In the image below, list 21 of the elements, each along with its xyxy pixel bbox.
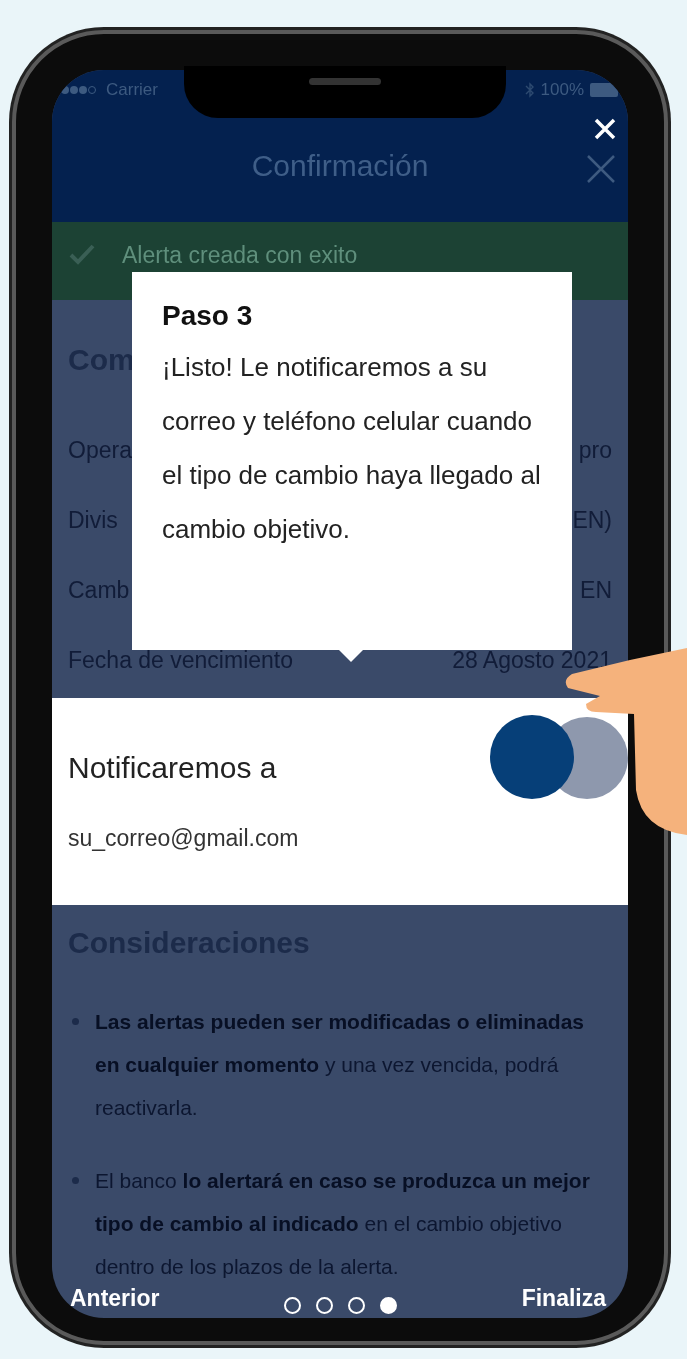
banner-text: Alerta creada con exito [122, 242, 358, 269]
bullet-icon [72, 1177, 79, 1184]
email-text: su_correo@gmail.com [68, 825, 300, 852]
page-dot[interactable] [348, 1297, 366, 1314]
battery-icon [590, 83, 620, 97]
previous-button[interactable]: Anterior [70, 1285, 160, 1312]
bluetooth-icon [524, 82, 535, 98]
tooltip-text: ¡Listo! Le notificaremos a su correo y teléfono celular cuando el tipo de cambio haya llegado al cambio objetivo. [162, 351, 542, 546]
consideration-text: Las alertas pueden ser modificadas o eliminadas en cualquier momento y una vez vencida, podrá reactivarla. [95, 1009, 586, 1121]
page-dot[interactable] [284, 1297, 302, 1314]
screen-title: Confirmación [251, 149, 429, 183]
bullet-icon [72, 1018, 79, 1025]
page-dot[interactable] [316, 1297, 334, 1314]
notify-label: Notificaremos a [68, 751, 278, 785]
check-icon [68, 242, 96, 266]
consideration-text: El banco lo alertará en caso se produzca un mejor tipo de cambio al indicado en el cambio objetivo dentro de los plazos de la alerta. [95, 1168, 591, 1280]
finish-button[interactable]: Finaliza [521, 1285, 606, 1312]
tooltip-title: Paso 3 [162, 300, 254, 332]
page-dot[interactable] [380, 1297, 398, 1314]
carrier-label: Carrier [106, 80, 158, 100]
battery-label: 100% [540, 80, 584, 100]
